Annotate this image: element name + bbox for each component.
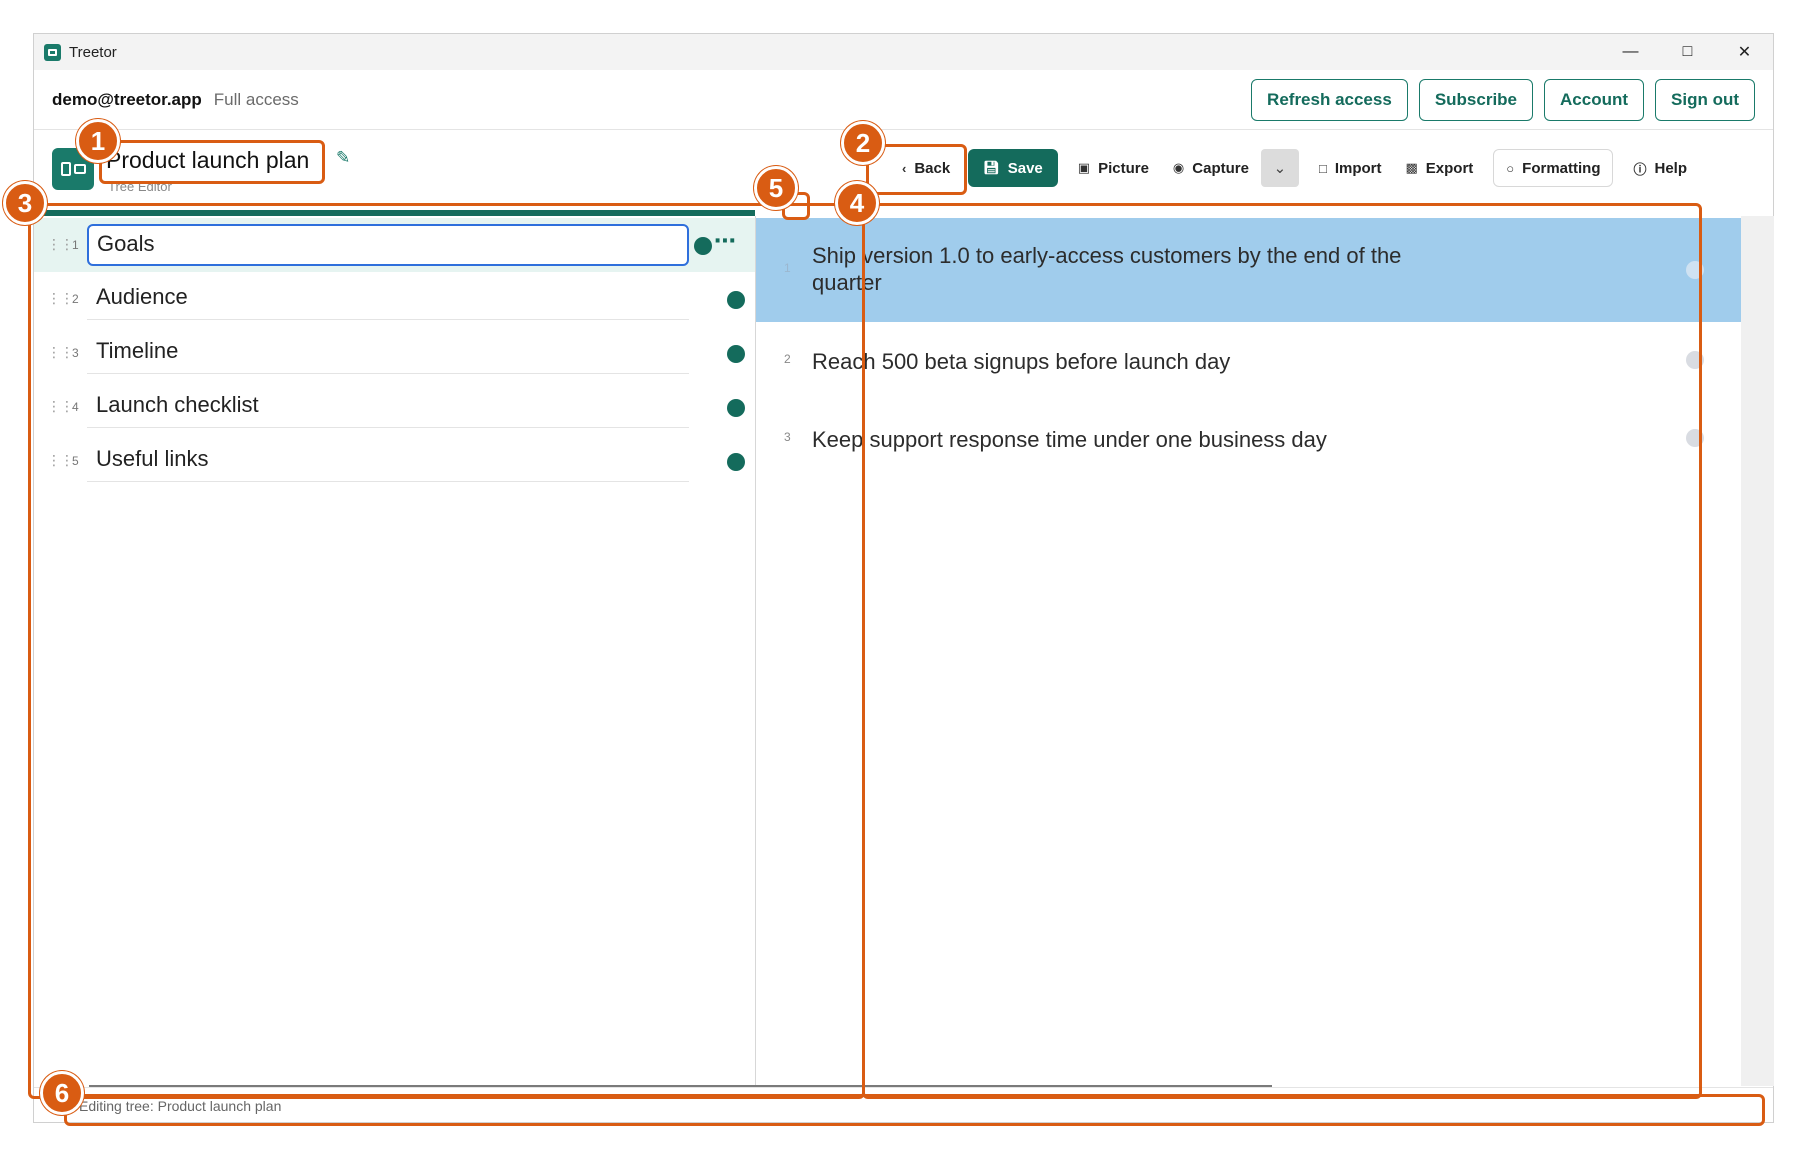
refresh-access-button[interactable]: Refresh access: [1251, 79, 1408, 121]
detail-scrollbar[interactable]: [1741, 216, 1774, 1086]
tree-row-timeline[interactable]: ⋮⋮ 3 Timeline: [34, 326, 755, 380]
import-button[interactable]: □ Import: [1307, 149, 1394, 187]
chevron-down-icon: ⌄: [1273, 160, 1287, 177]
picture-button[interactable]: ▣ Picture: [1066, 149, 1161, 187]
export-button[interactable]: ▩ Export: [1393, 149, 1485, 187]
maximize-icon[interactable]: □: [1659, 34, 1716, 70]
tree-row-number: 4: [72, 400, 79, 414]
help-button[interactable]: ⓘ Help: [1621, 149, 1699, 187]
export-label: Export: [1425, 159, 1474, 177]
account-button[interactable]: Account: [1544, 79, 1645, 121]
tree-row-label[interactable]: Audience: [87, 278, 689, 320]
status-dot-icon[interactable]: [1686, 261, 1704, 279]
tree-row-useful-links[interactable]: ⋮⋮ 5 Useful links: [34, 434, 755, 488]
help-label: Help: [1654, 159, 1688, 177]
status-bar: Editing tree: Product launch plan: [34, 1087, 1773, 1123]
drag-handle-icon[interactable]: ⋮⋮: [47, 452, 74, 469]
back-label: Back: [914, 159, 951, 177]
detail-row[interactable]: 3 Keep support response time under one b…: [756, 400, 1741, 478]
tree-row-number: 2: [72, 292, 79, 306]
detail-row-text[interactable]: Ship version 1.0 to early-access custome…: [812, 242, 1462, 296]
toolbar-actions: ‹ Back 💾︎ Save ▣ Picture ◉ Capture ⌄ □ I…: [890, 149, 1699, 187]
picture-label: Picture: [1098, 159, 1149, 177]
detail-row-text[interactable]: Reach 500 beta signups before launch day: [812, 348, 1462, 375]
callout-badge: 6: [40, 1071, 84, 1115]
app-window: Treetor — □ ✕ demo@treetor.app Full acce…: [33, 33, 1774, 1123]
tree-row-input[interactable]: Goals: [87, 224, 689, 266]
tree-row-number: 3: [72, 346, 79, 360]
status-dot-icon[interactable]: [1686, 351, 1704, 369]
callout-badge: 5: [754, 166, 798, 210]
title-bar: Treetor — □ ✕: [34, 34, 1773, 70]
tree-row-number: 1: [72, 238, 79, 252]
callout-badge: 3: [3, 181, 47, 225]
window-controls: — □ ✕: [1602, 34, 1773, 70]
account-email: demo@treetor.app: [52, 89, 202, 109]
editor-toolbar: Product launch plan ✎ Tree Editor ‹ Back…: [34, 131, 1773, 209]
tree-row-label[interactable]: Useful links: [87, 440, 689, 482]
detail-row[interactable]: 2 Reach 500 beta signups before launch d…: [756, 322, 1741, 400]
formatting-icon: ○: [1506, 160, 1515, 176]
drag-handle-icon[interactable]: ⋮⋮: [47, 398, 74, 415]
formatting-label: Formatting: [1522, 159, 1601, 177]
callout-badge: 2: [841, 121, 885, 165]
account-bar: demo@treetor.app Full access Refresh acc…: [34, 70, 1773, 130]
save-icon: 💾︎: [983, 160, 1000, 175]
callout-badge: 1: [76, 119, 120, 163]
status-dot-icon[interactable]: [727, 399, 745, 417]
tree-row-goals[interactable]: ⋮⋮ 1 Goals ⋯: [34, 218, 755, 272]
import-label: Import: [1334, 159, 1382, 177]
status-dot-icon[interactable]: [727, 453, 745, 471]
status-dot-icon[interactable]: [727, 345, 745, 363]
status-dot-icon[interactable]: [694, 237, 712, 255]
tree-row-label[interactable]: Launch checklist: [87, 386, 689, 428]
tree-row-label[interactable]: Timeline: [87, 332, 689, 374]
detail-row-number: 3: [784, 430, 791, 444]
access-level: Full access: [213, 89, 299, 109]
drag-handle-icon[interactable]: ⋮⋮: [47, 236, 74, 253]
export-icon: ▩: [1405, 160, 1418, 175]
more-options-icon[interactable]: ⋯: [714, 228, 736, 254]
tree-row-number: 5: [72, 454, 79, 468]
account-actions: Refresh access Subscribe Account Sign ou…: [1251, 79, 1755, 121]
status-dot-icon[interactable]: [1686, 429, 1704, 447]
drag-handle-icon[interactable]: ⋮⋮: [47, 344, 74, 361]
help-icon: ⓘ: [1633, 161, 1647, 177]
tree-row-launch-checklist[interactable]: ⋮⋮ 4 Launch checklist: [34, 380, 755, 434]
sign-out-button[interactable]: Sign out: [1655, 79, 1755, 121]
back-button[interactable]: ‹ Back: [890, 149, 962, 187]
detail-row-number: 2: [784, 352, 791, 366]
tree-pane: ⋮⋮ 1 Goals ⋯ ⋮⋮ 2 Audience ⋮⋮ 3 Timeline…: [34, 216, 755, 1086]
capture-button[interactable]: ◉ Capture: [1161, 149, 1261, 187]
detail-row[interactable]: 1 Ship version 1.0 to early-access custo…: [756, 218, 1741, 322]
callout-badge: 4: [835, 181, 879, 225]
camera-icon: ◉: [1172, 160, 1185, 175]
detail-row-text[interactable]: Keep support response time under one bus…: [812, 426, 1462, 453]
picture-icon: ▣: [1077, 160, 1091, 175]
folder-icon: □: [1318, 160, 1327, 176]
chevron-left-icon: ‹: [902, 160, 907, 176]
capture-dropdown-button[interactable]: ⌄: [1260, 149, 1299, 187]
drag-handle-icon[interactable]: ⋮⋮: [47, 290, 74, 307]
save-label: Save: [1007, 159, 1043, 177]
edit-title-icon[interactable]: ✎: [336, 148, 350, 168]
subscribe-button[interactable]: Subscribe: [1418, 79, 1534, 121]
minimize-icon[interactable]: —: [1602, 34, 1659, 70]
save-button[interactable]: 💾︎ Save: [968, 149, 1058, 187]
detail-pane: 1 Ship version 1.0 to early-access custo…: [756, 216, 1741, 1086]
formatting-button[interactable]: ○ Formatting: [1493, 149, 1614, 187]
app-title: Treetor: [69, 43, 117, 61]
capture-label: Capture: [1192, 159, 1249, 177]
app-logo-icon: [44, 43, 61, 61]
document-subtitle: Tree Editor: [108, 179, 172, 194]
detail-row-number: 1: [784, 261, 791, 275]
close-icon[interactable]: ✕: [1716, 34, 1773, 70]
status-text: Editing tree: Product launch plan: [79, 1097, 282, 1114]
document-title[interactable]: Product launch plan: [106, 147, 309, 174]
tree-row-audience[interactable]: ⋮⋮ 2 Audience: [34, 272, 755, 326]
status-dot-icon[interactable]: [727, 291, 745, 309]
